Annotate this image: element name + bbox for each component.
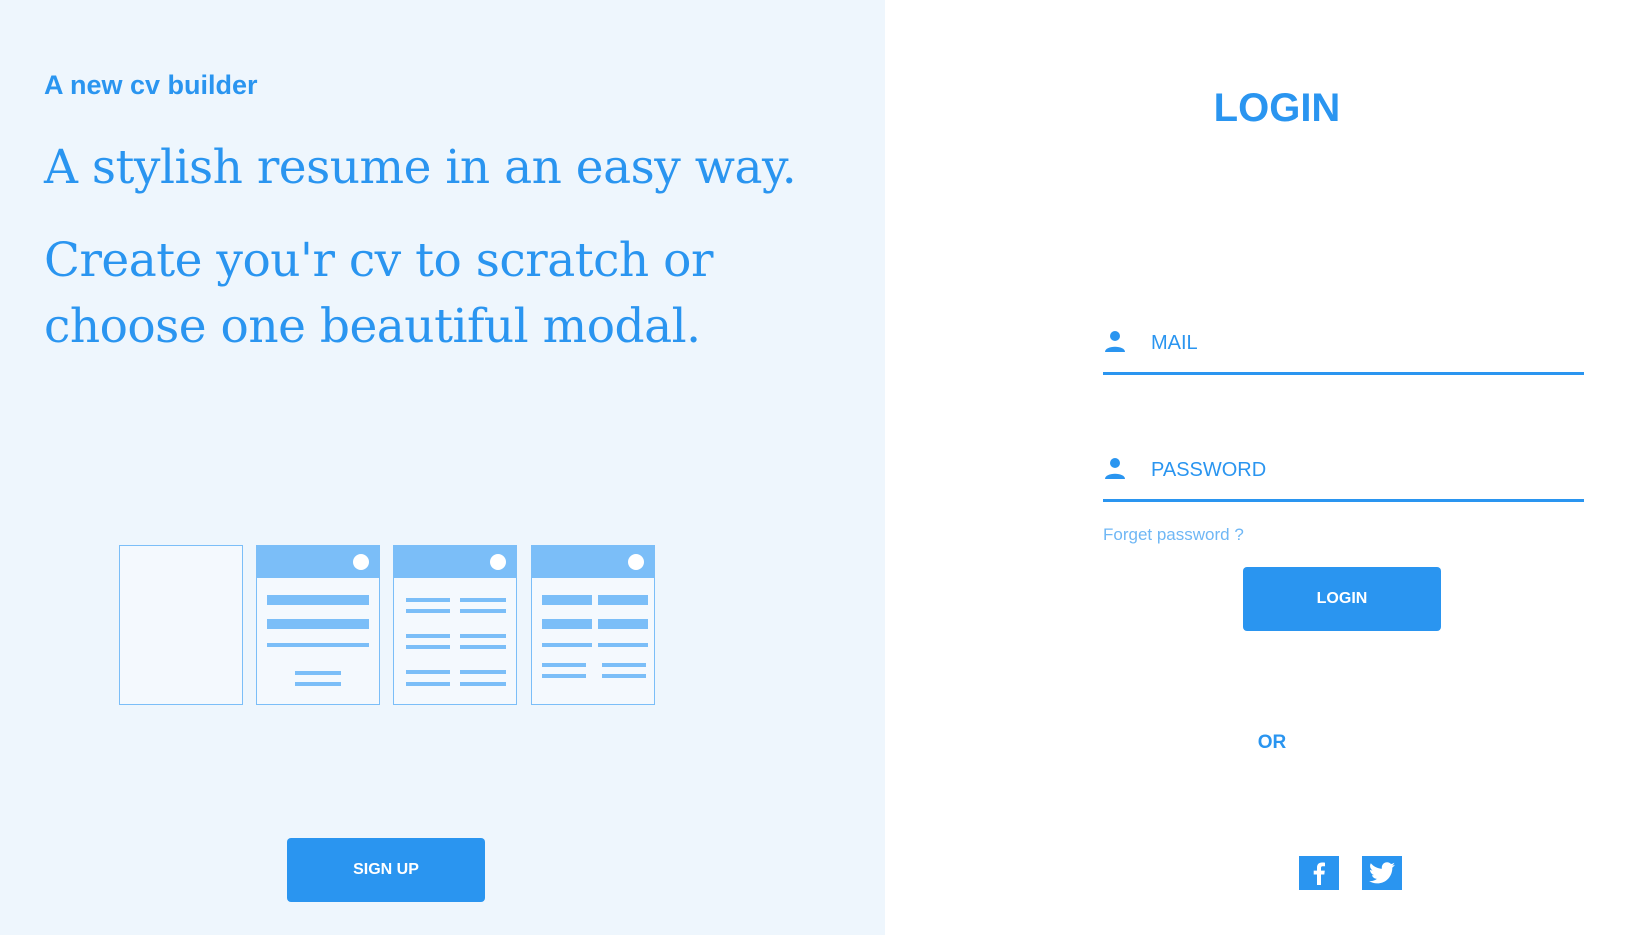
- text-line: [460, 609, 506, 613]
- text-line: [542, 595, 592, 605]
- forget-password-link[interactable]: Forget password ?: [1103, 525, 1244, 545]
- twitter-button[interactable]: [1362, 856, 1402, 890]
- text-line: [267, 619, 369, 629]
- facebook-icon: [1313, 862, 1325, 885]
- template-gallery: [119, 545, 659, 705]
- text-line: [460, 682, 506, 686]
- text-line: [460, 670, 506, 674]
- text-line: [542, 643, 592, 647]
- or-divider: OR: [1257, 732, 1287, 753]
- login-panel: LOGIN Forget password ? LOGIN OR: [885, 0, 1651, 935]
- page: A new cv builder A stylish resume in an …: [0, 0, 1651, 935]
- user-icon: [1105, 331, 1125, 352]
- text-line: [542, 674, 586, 678]
- avatar-circle: [353, 554, 369, 570]
- text-line: [406, 598, 450, 602]
- text-line: [267, 643, 369, 647]
- text-line: [406, 682, 450, 686]
- text-line: [406, 634, 450, 638]
- text-line: [602, 663, 646, 667]
- text-line: [406, 645, 450, 649]
- template-header: [532, 546, 654, 578]
- signup-button[interactable]: SIGN UP: [287, 838, 485, 902]
- login-title: LOGIN: [1213, 86, 1341, 130]
- text-line: [542, 619, 592, 629]
- headline: A stylish resume in an easy way.: [44, 140, 797, 195]
- promo-panel: A new cv builder A stylish resume in an …: [0, 0, 885, 935]
- password-input[interactable]: [1151, 452, 1571, 488]
- text-line: [460, 634, 506, 638]
- password-field: [1103, 452, 1584, 502]
- template-header: [394, 546, 516, 578]
- text-line: [602, 674, 646, 678]
- text-line: [267, 595, 369, 605]
- template-header: [257, 546, 379, 578]
- text-line: [460, 598, 506, 602]
- twitter-icon: [1369, 862, 1395, 884]
- text-line: [598, 595, 648, 605]
- text-line: [406, 670, 450, 674]
- template-1-thumbnail[interactable]: [256, 545, 380, 705]
- mail-field: [1103, 325, 1584, 375]
- subline: Create you'r cv to scratch or choose one…: [44, 233, 713, 354]
- text-line: [598, 643, 648, 647]
- facebook-button[interactable]: [1299, 856, 1339, 890]
- text-line: [295, 671, 341, 675]
- tagline: A new cv builder: [44, 70, 258, 100]
- avatar-circle: [628, 554, 644, 570]
- text-line: [460, 645, 506, 649]
- login-button[interactable]: LOGIN: [1243, 567, 1441, 631]
- user-icon: [1105, 458, 1125, 479]
- avatar-circle: [490, 554, 506, 570]
- text-line: [406, 609, 450, 613]
- text-line: [542, 663, 586, 667]
- text-line: [598, 619, 648, 629]
- text-line: [295, 682, 341, 686]
- mail-input[interactable]: [1151, 325, 1571, 361]
- blank-template-thumbnail[interactable]: [119, 545, 243, 705]
- template-3-thumbnail[interactable]: [531, 545, 655, 705]
- template-2-thumbnail[interactable]: [393, 545, 517, 705]
